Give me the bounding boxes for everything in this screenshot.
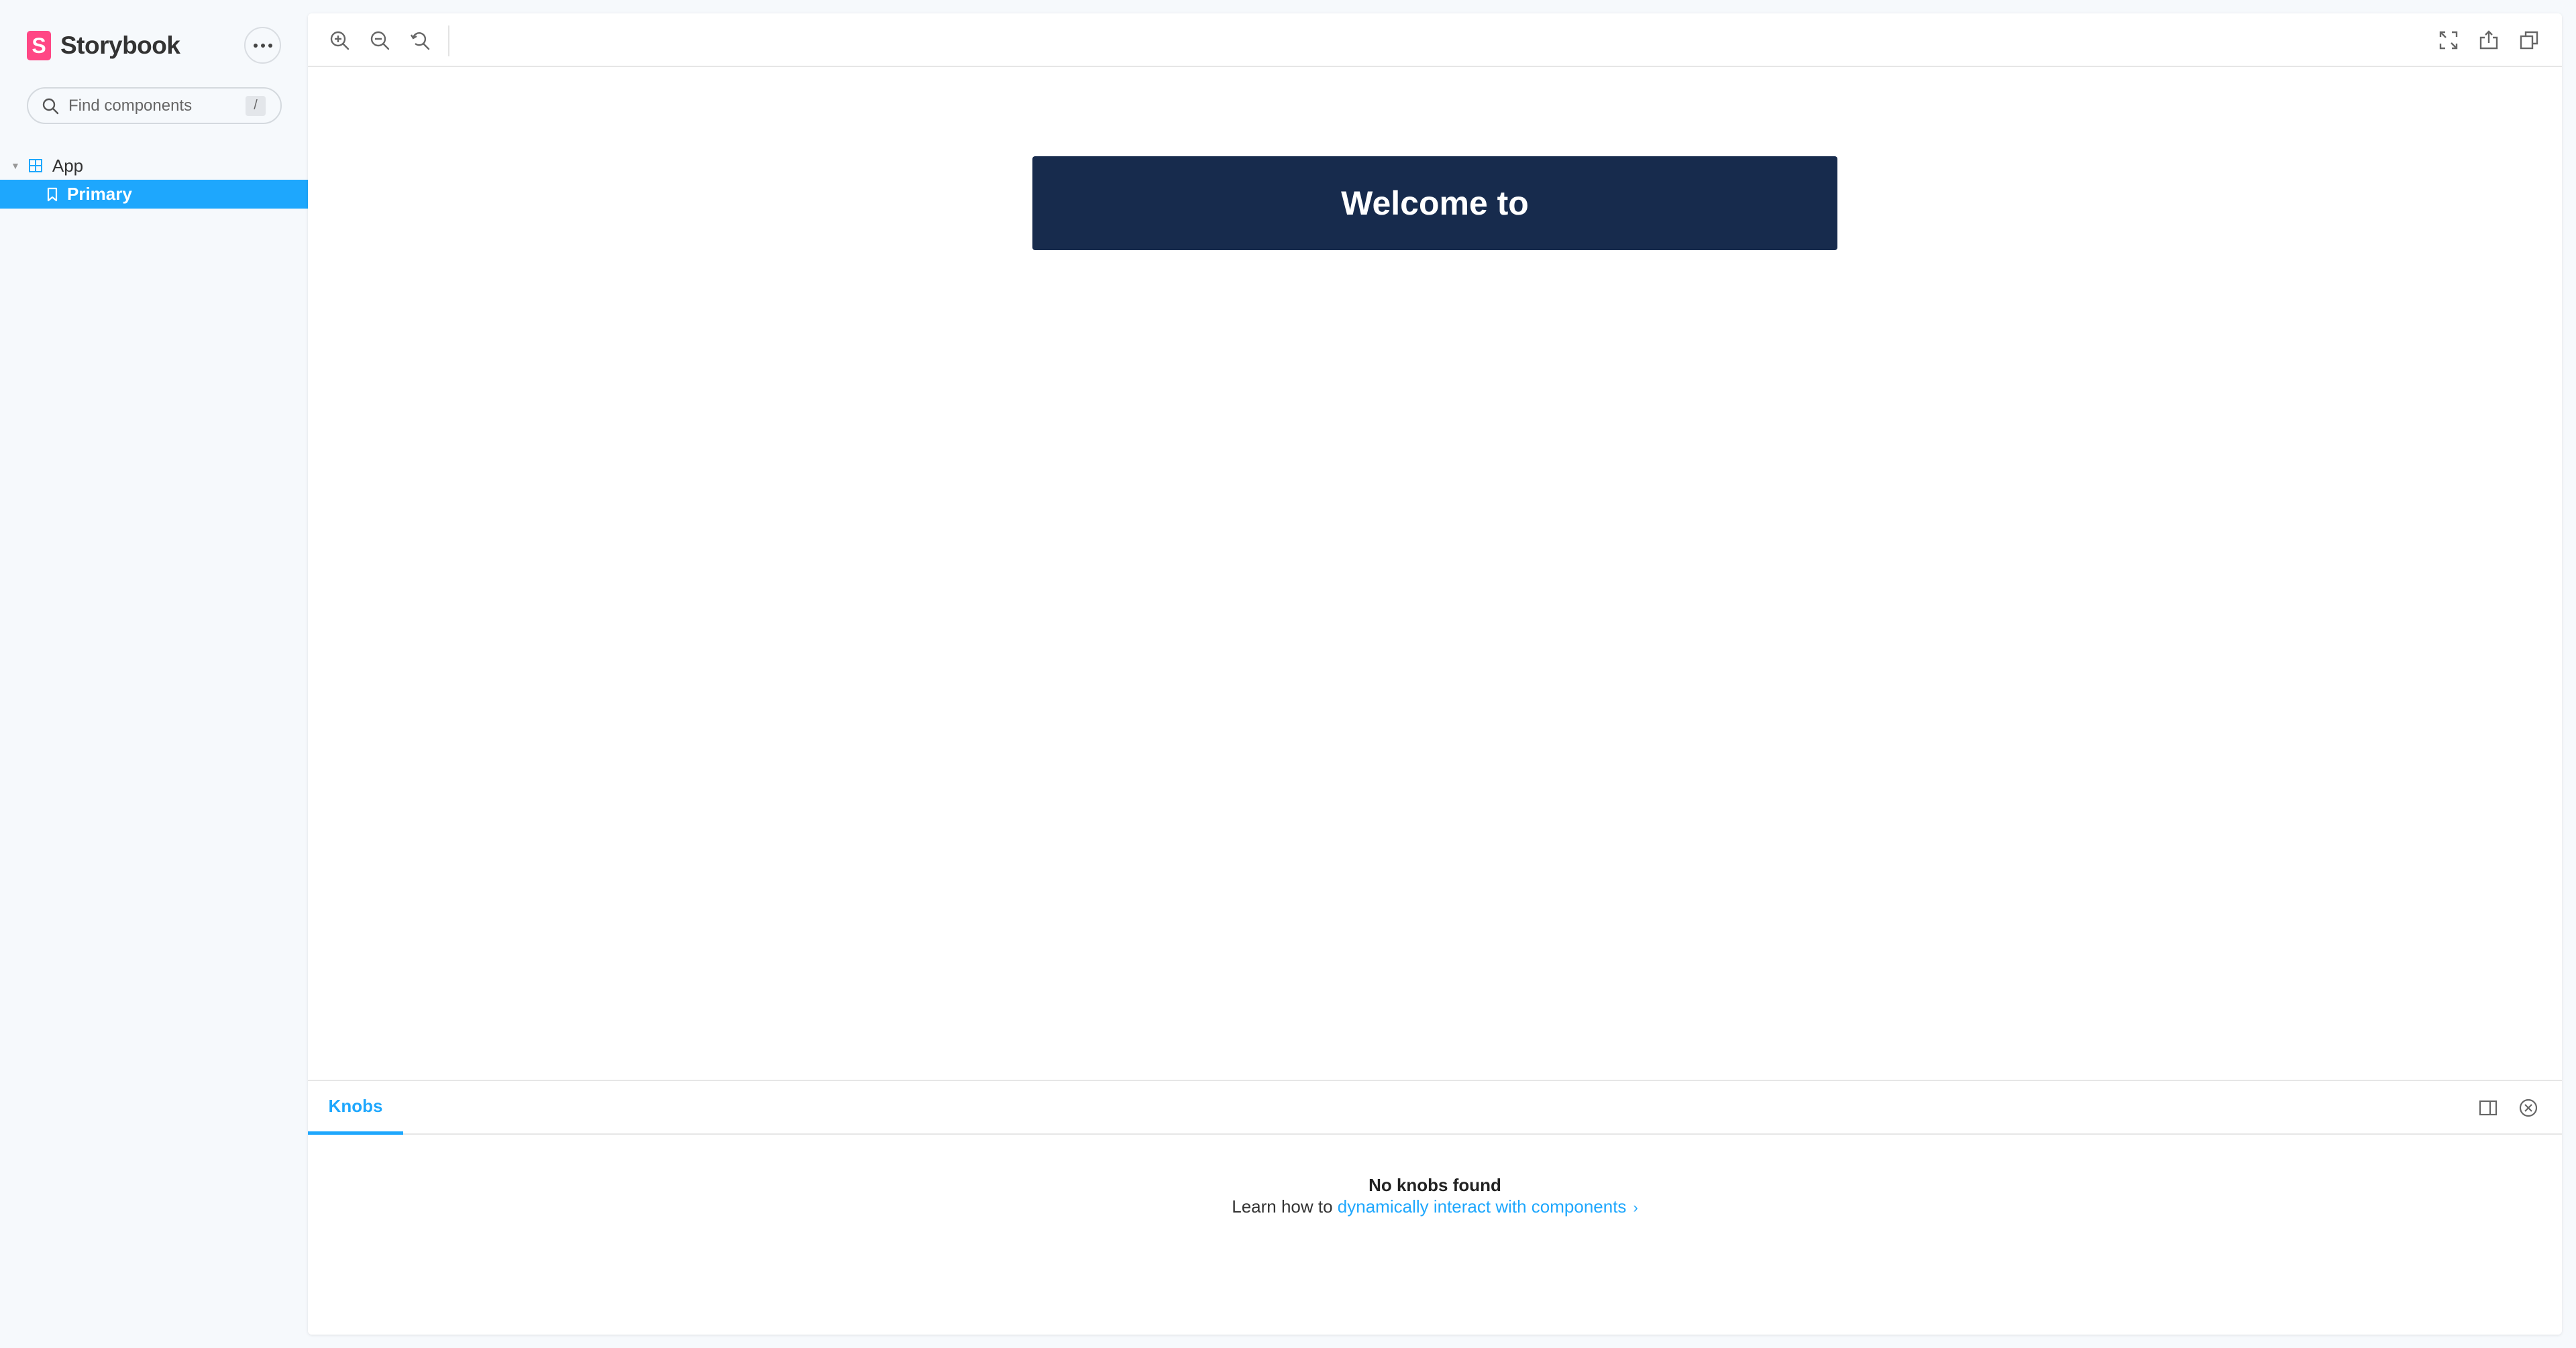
settings-menu-button[interactable] <box>244 27 281 64</box>
copy-button[interactable] <box>2516 27 2542 53</box>
share-icon <box>2479 30 2498 50</box>
zoom-in-icon <box>330 31 350 50</box>
zoom-out-button[interactable] <box>367 27 392 53</box>
empty-state-title: No knobs found <box>1368 1175 1501 1195</box>
zoom-in-button[interactable] <box>327 27 352 53</box>
ellipsis-icon <box>253 43 258 48</box>
fullscreen-icon <box>2439 31 2458 50</box>
tree-group-label: App <box>52 155 84 176</box>
tab-knobs[interactable]: Knobs <box>308 1081 403 1135</box>
toolbar-divider <box>448 25 449 56</box>
search-shortcut-badge: / <box>246 95 266 116</box>
empty-state-prefix: Learn how to <box>1232 1196 1338 1217</box>
zoom-reset-button[interactable] <box>407 27 433 53</box>
search-input[interactable]: Find components <box>68 97 246 115</box>
docs-link[interactable]: dynamically interact with components <box>1338 1196 1627 1217</box>
zoom-out-icon <box>370 31 390 50</box>
addons-tabbar: Knobs <box>308 1081 2562 1135</box>
tree-group-app[interactable]: ▼ App <box>0 153 308 178</box>
story-item-label: Primary <box>67 184 132 204</box>
storybook-logo-icon: S <box>27 31 51 60</box>
search-icon <box>42 98 59 114</box>
sidebar-layout-icon <box>2479 1100 2498 1116</box>
brand-name: Storybook <box>60 32 180 59</box>
toggle-panel-orientation-button[interactable] <box>2476 1096 2500 1120</box>
main-panel: Welcome to Knobs No knobs found Learn ho… <box>308 13 2562 1335</box>
ellipsis-icon <box>260 43 265 48</box>
fullscreen-button[interactable] <box>2436 27 2461 53</box>
welcome-banner: Welcome to <box>1032 156 1837 250</box>
addons-panel: Knobs No knobs found Learn how to dynami… <box>308 1080 2562 1335</box>
preview-toolbar <box>308 13 2562 67</box>
empty-state-description: Learn how to dynamically interact with c… <box>308 1196 2562 1217</box>
story-canvas: Welcome to <box>308 68 2562 1080</box>
sidebar: S Storybook Find components / ▼ App Prim… <box>0 0 308 1348</box>
bookmark-icon <box>47 187 58 201</box>
share-button[interactable] <box>2476 27 2502 53</box>
search-field[interactable]: Find components / <box>27 87 282 124</box>
close-icon <box>2519 1099 2538 1117</box>
copy-icon <box>2520 31 2538 50</box>
zoom-reset-icon <box>410 32 430 50</box>
close-panel-button[interactable] <box>2516 1096 2540 1120</box>
ellipsis-icon <box>268 43 272 48</box>
brand[interactable]: S Storybook <box>27 30 180 62</box>
chevron-right-icon: › <box>1633 1199 1638 1216</box>
story-item-primary[interactable]: Primary <box>0 180 308 209</box>
chevron-down-icon[interactable]: ▼ <box>11 160 20 171</box>
component-icon <box>28 159 42 172</box>
